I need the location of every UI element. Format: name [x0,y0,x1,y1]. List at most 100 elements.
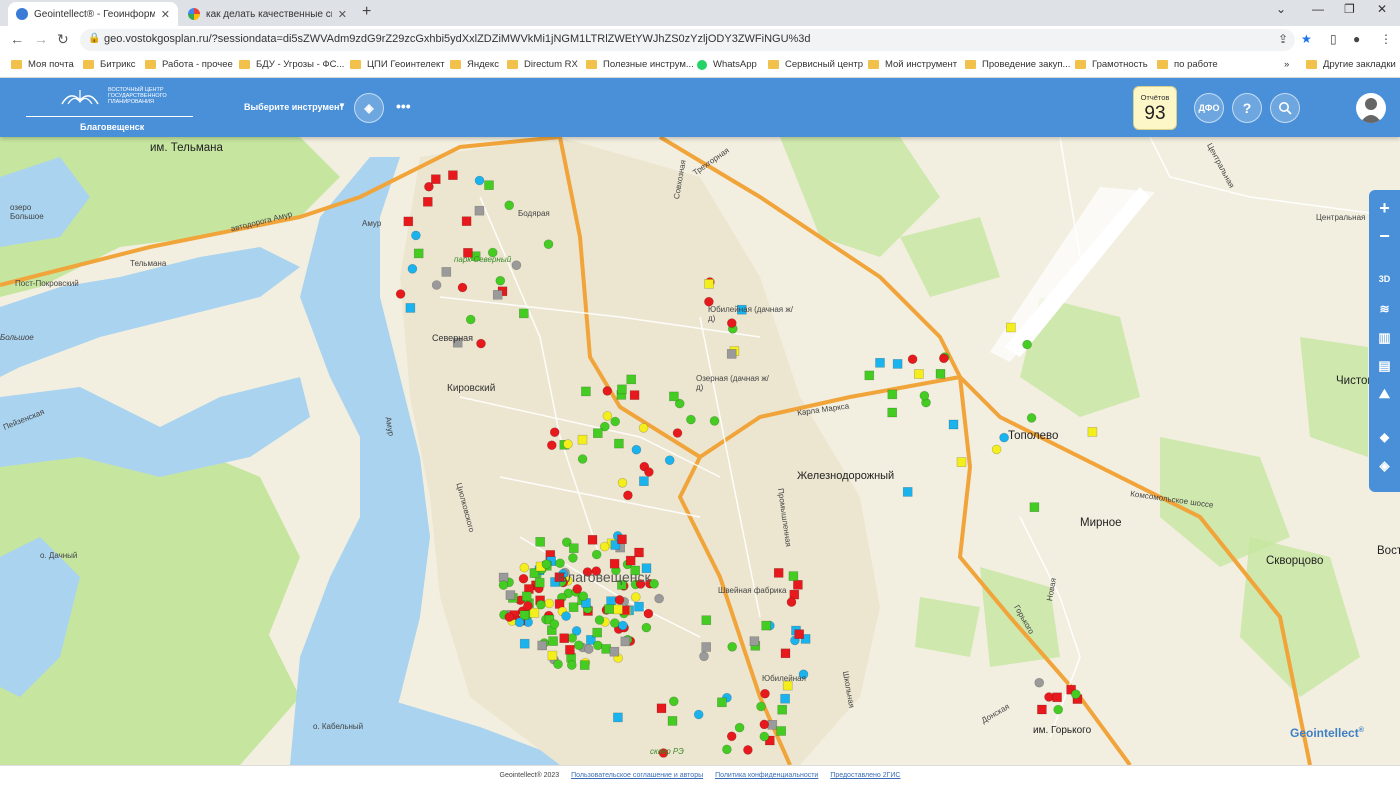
report-marker[interactable] [887,407,898,418]
report-marker[interactable] [749,636,760,647]
report-marker[interactable] [441,267,452,277]
report-marker[interactable] [620,636,631,647]
close-icon[interactable]: ✕ [338,8,347,21]
report-marker[interactable] [413,248,424,259]
report-marker[interactable] [780,648,791,659]
report-marker[interactable] [948,419,959,430]
report-marker[interactable] [726,349,737,359]
report-marker[interactable] [521,591,532,602]
report-marker[interactable] [614,438,624,449]
report-marker[interactable] [555,558,565,569]
report-marker[interactable] [504,200,515,211]
report-marker[interactable] [756,701,766,712]
bookmark-item[interactable]: Яндекс [450,59,499,70]
3d-button[interactable]: 3D [1369,274,1400,284]
report-marker[interactable] [519,562,530,573]
menu-icon[interactable]: ⋮ [1380,32,1392,46]
report-marker[interactable] [593,640,603,651]
traffic-light-icon[interactable]: ▥ [1369,330,1400,346]
report-marker[interactable] [759,719,770,730]
search-button[interactable] [1270,93,1300,123]
report-marker[interactable] [581,386,591,397]
report-marker[interactable] [543,239,554,249]
report-marker[interactable] [407,264,418,274]
profile-icon[interactable]: ● [1353,32,1360,46]
report-marker[interactable] [722,744,732,755]
bookmark-item[interactable]: Грамотность [1075,59,1148,70]
report-marker[interactable] [474,205,485,216]
report-marker[interactable] [634,547,644,558]
report-marker[interactable] [566,660,577,670]
report-marker[interactable] [767,719,778,730]
report-marker[interactable] [411,230,421,241]
report-marker[interactable] [693,709,704,720]
report-marker[interactable] [617,534,627,545]
report-marker[interactable] [587,534,598,545]
more-icon[interactable]: ••• [396,98,411,114]
bookmark-item[interactable]: по работе [1157,59,1218,70]
report-marker[interactable] [1044,692,1054,702]
report-marker[interactable] [1087,427,1098,437]
star-icon[interactable]: ★ [1301,32,1312,46]
report-marker[interactable] [625,555,636,566]
new-tab-button[interactable]: + [362,3,371,21]
back-icon[interactable]: ← [10,31,24,47]
report-marker[interactable] [583,644,594,654]
report-marker[interactable] [1026,413,1037,423]
report-marker[interactable] [887,389,898,400]
agreement-link[interactable]: Пользовательское соглашение и авторы [571,772,703,779]
report-marker[interactable] [609,646,620,657]
report-marker[interactable] [534,577,545,588]
report-marker[interactable] [544,598,555,609]
report-marker[interactable] [474,175,485,186]
report-marker[interactable] [567,633,578,643]
report-marker[interactable] [602,386,613,396]
report-marker[interactable] [578,591,589,601]
eraser-icon[interactable]: ◆ [1369,430,1400,444]
report-marker[interactable] [794,629,805,640]
report-marker[interactable] [553,659,563,670]
report-marker[interactable] [717,697,727,708]
report-marker[interactable] [776,726,787,736]
provider-link[interactable]: Предоставлено 2ГИС [830,772,900,779]
report-marker[interactable] [654,593,664,604]
report-marker[interactable] [623,490,633,501]
report-marker[interactable] [519,638,530,649]
report-marker[interactable] [631,444,642,455]
report-marker[interactable] [1037,704,1047,715]
report-marker[interactable] [518,308,529,319]
bookmark-item[interactable]: Моя почта [11,59,74,70]
bookmark-item[interactable]: Работа - прочее [145,59,233,70]
report-marker[interactable] [541,559,552,570]
report-marker[interactable] [672,428,683,438]
report-marker[interactable] [568,543,579,554]
map-canvas[interactable] [0,137,1400,765]
layers-button[interactable]: ◈ [354,93,384,123]
avatar[interactable] [1356,93,1386,123]
report-marker[interactable] [548,636,558,646]
report-marker[interactable] [614,595,625,605]
sidepanel-icon[interactable]: ▯ [1330,32,1337,46]
tab-google-search[interactable]: как делать качественные сними ✕ [180,2,355,26]
restore-icon[interactable]: ❐ [1344,2,1355,16]
report-marker[interactable] [991,444,1002,455]
report-marker[interactable] [892,359,903,369]
reload-icon[interactable]: ↻ [57,31,69,48]
report-marker[interactable] [760,688,770,699]
report-marker[interactable] [610,416,621,427]
report-marker[interactable] [422,196,433,207]
report-marker[interactable] [864,370,875,381]
reports-counter[interactable]: Отчётов 93 [1133,86,1177,130]
close-icon[interactable]: ✕ [161,8,170,21]
report-marker[interactable] [773,568,784,578]
report-marker[interactable] [565,644,575,655]
report-marker[interactable] [563,439,573,449]
report-marker[interactable] [701,615,712,626]
report-marker[interactable] [448,170,458,181]
report-marker[interactable] [529,608,540,618]
report-marker[interactable] [699,651,709,662]
report-marker[interactable] [549,619,560,629]
bookmarks-overflow-icon[interactable]: » [1284,59,1289,70]
report-marker[interactable] [630,592,641,602]
report-marker[interactable] [875,358,885,368]
